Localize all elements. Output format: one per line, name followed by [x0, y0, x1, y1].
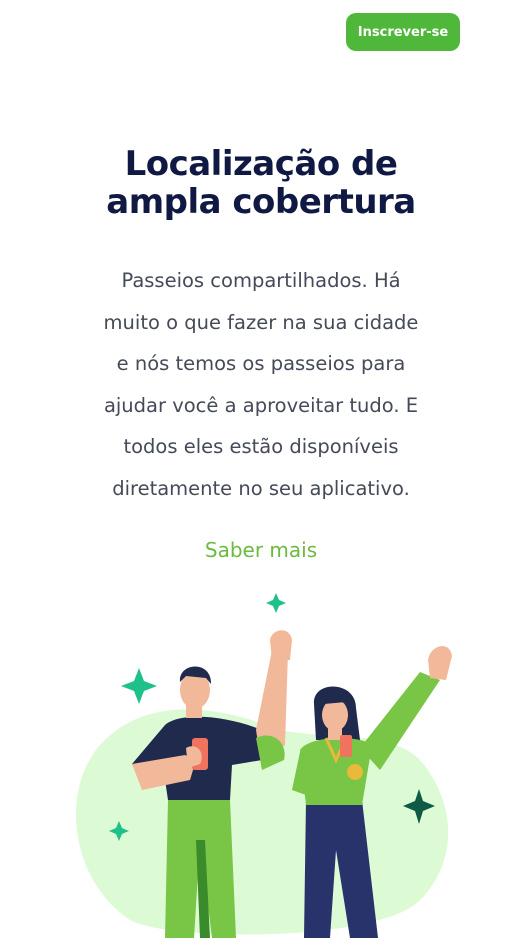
description-line: diretamente no seu aplicativo. — [112, 476, 410, 500]
description-line: todos eles estão disponíveis — [123, 435, 399, 458]
hero-description: Passeios compartilhados. Há muito o que … — [70, 260, 452, 509]
title-line-1: Localização de — [124, 144, 398, 184]
description-line: muito o que fazer na sua cidade — [103, 310, 419, 334]
description-line: e nós temos os passeios para — [116, 352, 406, 375]
learn-more-label[interactable]: Saber mais — [205, 538, 317, 562]
description-line: ajudar você a aproveitar tudo. E — [103, 393, 419, 417]
title-line-2: ampla cobertura — [106, 182, 416, 222]
description-line: Passeios compartilhados. Há — [121, 269, 401, 292]
page-title: Localização de ampla cobertura — [0, 145, 522, 221]
learn-more-link[interactable]: Saber mais — [0, 538, 522, 562]
hero-illustration — [76, 593, 452, 938]
sparkle-icon — [266, 593, 286, 613]
sparkle-icon — [121, 668, 157, 704]
signup-button[interactable]: Inscrever-se — [346, 13, 460, 51]
